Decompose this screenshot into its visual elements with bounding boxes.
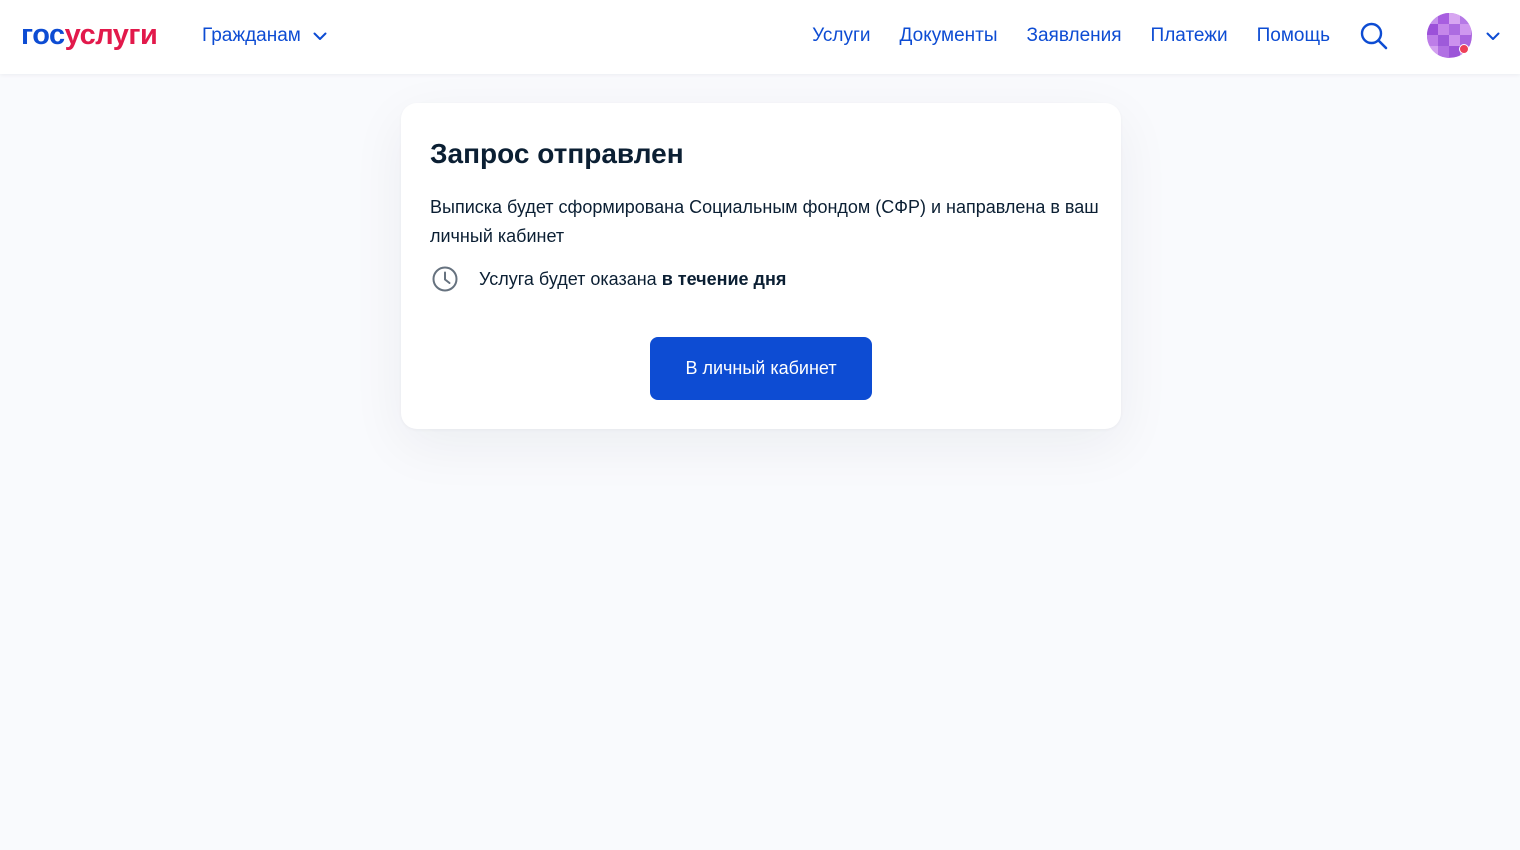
service-term-duration: в течение дня: [661, 269, 787, 289]
gosuslugi-logo[interactable]: госуслуги: [21, 18, 158, 52]
service-term: Услуга будет оказана в течение дня: [430, 264, 786, 294]
nav-item-documents[interactable]: Документы: [900, 24, 998, 48]
chevron-down-icon[interactable]: [1486, 28, 1500, 46]
nav-item-help[interactable]: Помощь: [1257, 24, 1330, 48]
top-header: госуслуги Гражданам Услуги Документы Зая…: [0, 0, 1520, 74]
audience-selector[interactable]: Гражданам: [202, 24, 327, 48]
card-description: Выписка будет сформирована Социальным фо…: [430, 197, 1099, 246]
nav-item-payments[interactable]: Платежи: [1151, 24, 1228, 48]
nav-item-services[interactable]: Услуги: [812, 24, 870, 48]
notification-badge: [1459, 44, 1469, 54]
main-nav: Услуги Документы Заявления Платежи Помощ…: [812, 24, 1330, 48]
nav-item-applications[interactable]: Заявления: [1027, 24, 1122, 48]
service-term-text: Услуга будет оказана в течение дня: [479, 267, 786, 291]
logo-part-uslugi: услуги: [64, 19, 158, 51]
search-icon[interactable]: [1360, 22, 1388, 50]
go-to-account-button[interactable]: В личный кабинет: [650, 337, 872, 400]
logo-part-gos: гос: [21, 19, 65, 51]
service-term-prefix: Услуга будет оказана: [479, 269, 662, 289]
clock-icon: [430, 264, 460, 294]
audience-label: Гражданам: [202, 25, 301, 46]
request-sent-card: Запрос отправлен Выписка будет сформиров…: [401, 103, 1121, 429]
chevron-down-icon: [313, 32, 327, 41]
card-title: Запрос отправлен: [430, 138, 684, 169]
